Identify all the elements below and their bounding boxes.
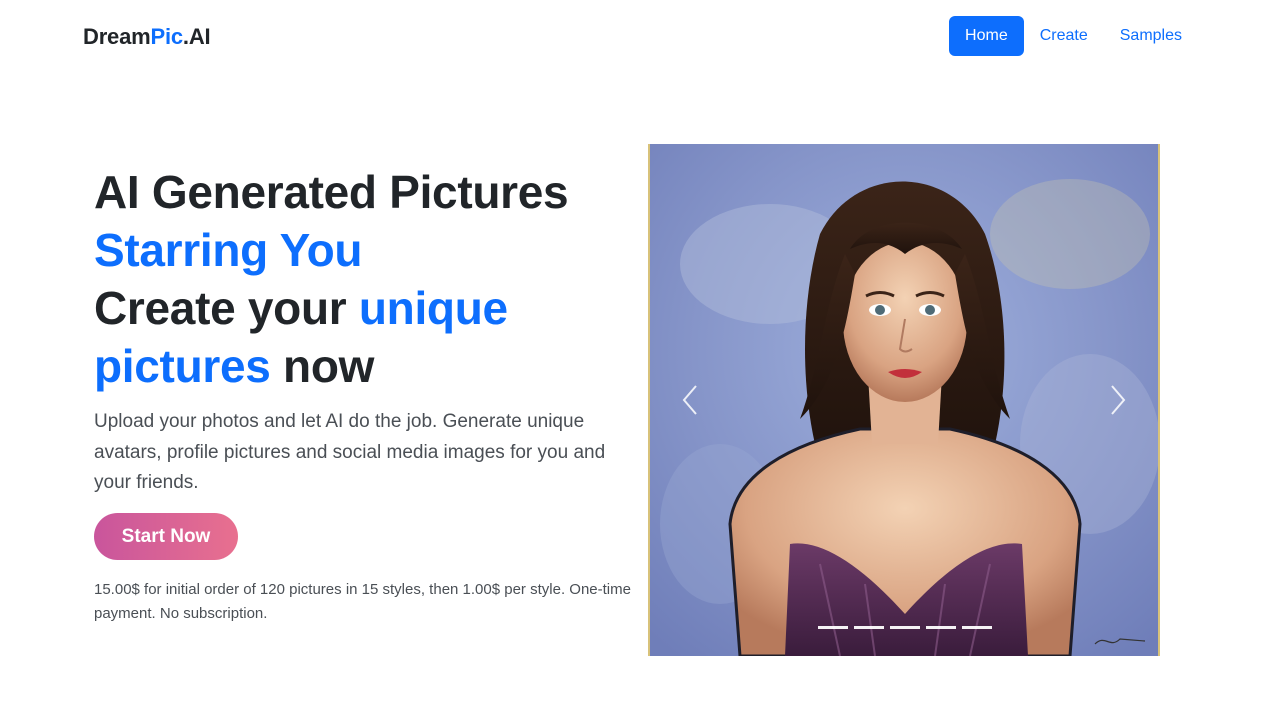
brand-part-dream: Dream xyxy=(83,24,151,49)
hero-title-line3b: unique xyxy=(358,282,508,334)
nav-home-link[interactable]: Home xyxy=(949,16,1024,56)
hero-title: AI Generated Pictures Starring You Creat… xyxy=(94,163,634,395)
hero-title-line1: AI Generated Pictures xyxy=(94,166,569,218)
nav-links: Home Create Samples xyxy=(949,16,1198,56)
hero-title-line4a: pictures xyxy=(94,340,271,392)
carousel-indicator-5[interactable] xyxy=(962,626,992,629)
hero-description: Upload your photos and let AI do the job… xyxy=(94,411,606,493)
chevron-right-icon xyxy=(1111,385,1126,415)
nav-create-link[interactable]: Create xyxy=(1024,16,1104,56)
navbar: DreamPic.AI Home Create Samples xyxy=(0,0,1280,76)
carousel-indicator-2[interactable] xyxy=(854,626,884,629)
hero-title-line3a: Create your xyxy=(94,282,359,334)
hero-title-line4b: now xyxy=(270,340,375,392)
image-carousel xyxy=(648,144,1160,656)
carousel-indicators xyxy=(818,626,998,629)
brand-part-ai: .AI xyxy=(182,24,211,49)
hero-title-line2: Starring You xyxy=(94,224,363,276)
nav-samples-link[interactable]: Samples xyxy=(1104,16,1198,56)
carousel-next-button[interactable] xyxy=(1088,364,1148,436)
chevron-left-icon xyxy=(682,385,697,415)
carousel-indicator-1[interactable] xyxy=(818,626,848,629)
carousel-indicator-4[interactable] xyxy=(926,626,956,629)
brand-part-pic: Pic xyxy=(150,24,183,49)
carousel-slide-image xyxy=(650,144,1158,656)
price-note: 15.00$ for initial order of 120 pictures… xyxy=(94,581,631,622)
carousel-prev-button[interactable] xyxy=(660,364,720,436)
brand-logo[interactable]: DreamPic.AI xyxy=(83,24,211,50)
carousel-indicator-3[interactable] xyxy=(890,626,920,629)
start-now-button[interactable]: Start Now xyxy=(94,513,238,560)
